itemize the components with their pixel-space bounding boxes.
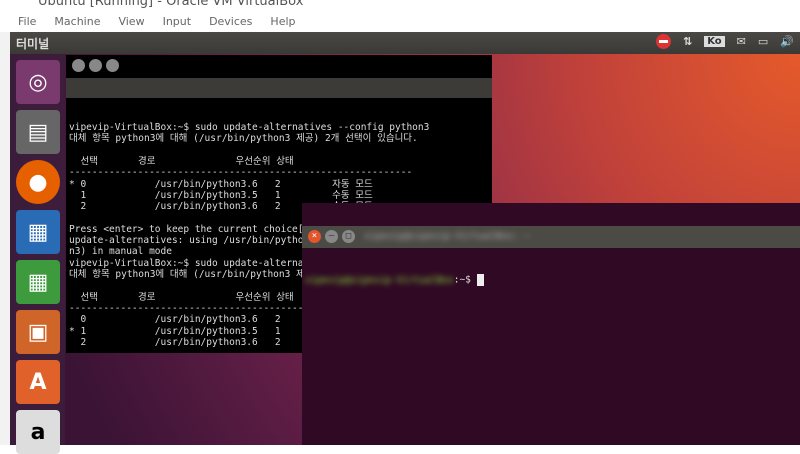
close-icon[interactable]: × — [308, 229, 321, 243]
maximize-icon[interactable]: □ — [342, 229, 355, 243]
terminal-2-title: vipevip@vipevip-VirtualBox: ~ — [364, 230, 530, 242]
terminal-line: 선택 경로 우선순위 상태 — [69, 156, 294, 168]
window-title: Ubuntu [Running] - Oracle VM VirtualBox — [38, 0, 304, 9]
impress-icon[interactable]: ▣ — [16, 310, 60, 354]
keyboard-indicator[interactable]: Ko — [704, 36, 725, 47]
host-edge — [0, 32, 10, 445]
terminal-line: ----------------------------------------… — [69, 167, 413, 179]
writer-icon[interactable]: ▦ — [16, 210, 60, 254]
launcher: ◎ ▤ ● ▦ ▦ ▣ A a — [10, 54, 65, 454]
close-icon[interactable] — [72, 59, 85, 72]
cursor — [476, 274, 484, 287]
menu-machine[interactable]: Machine — [54, 15, 100, 28]
terminal-2-output[interactable]: vipevip@vipevip-VirtualBox:~$ — [302, 270, 800, 288]
menu-view[interactable]: View — [118, 15, 144, 28]
prompt-user: vipevip@vipevip-VirtualBox — [305, 274, 454, 286]
terminal-line: vipevip-VirtualBox:~$ sudo update-altern… — [69, 122, 430, 134]
terminal-2-titlebar[interactable]: × – □ vipevip@vipevip-VirtualBox: ~ — [302, 225, 800, 248]
virtualbox-titlebar: Ubuntu [Running] - Oracle VM VirtualBox — [0, 0, 800, 11]
battery-icon[interactable]: ▭ — [758, 35, 768, 48]
menu-input[interactable]: Input — [163, 15, 191, 28]
menu-file[interactable]: File — [18, 15, 36, 28]
active-app-title: 터미널 — [16, 37, 50, 51]
calc-icon[interactable]: ▦ — [16, 260, 60, 304]
terminal-1-titlebar[interactable] — [66, 59, 492, 98]
terminal-line: * 0 /usr/bin/python3.6 2 자동 모드 — [69, 178, 373, 190]
terminal-line: 대체 항목 python3에 대해 (/usr/bin/python3 제공) … — [69, 133, 418, 145]
files-icon[interactable]: ▤ — [16, 110, 60, 154]
terminal-window-2[interactable]: × – □ vipevip@vipevip-VirtualBox: ~ vipevi… — [302, 203, 800, 445]
network-icon[interactable]: ⇅ — [683, 35, 692, 48]
terminal-line: 1 /usr/bin/python3.5 1 수동 모드 — [69, 189, 373, 201]
menu-help[interactable]: Help — [270, 15, 295, 28]
menu-devices[interactable]: Devices — [209, 15, 252, 28]
menu-bar: File Machine View Input Devices Help — [0, 11, 800, 32]
volume-icon[interactable]: 🔊 — [780, 35, 800, 48]
firefox-icon[interactable]: ● — [16, 160, 60, 204]
maximize-icon[interactable] — [106, 59, 119, 72]
minimize-icon[interactable]: – — [325, 229, 338, 243]
minimize-icon[interactable] — [89, 59, 102, 72]
amazon-icon[interactable]: a — [16, 410, 60, 454]
prompt-suffix: :~$ — [453, 274, 477, 286]
ubuntu-top-panel: 터미널 ⇅ Ko ✉ ▭ 🔊 — [10, 32, 800, 54]
do-not-disturb-icon[interactable] — [656, 34, 671, 49]
software-center-icon[interactable]: A — [16, 360, 60, 404]
mail-icon[interactable]: ✉ — [737, 35, 746, 48]
ubuntu-dash-icon[interactable]: ◎ — [16, 60, 60, 104]
